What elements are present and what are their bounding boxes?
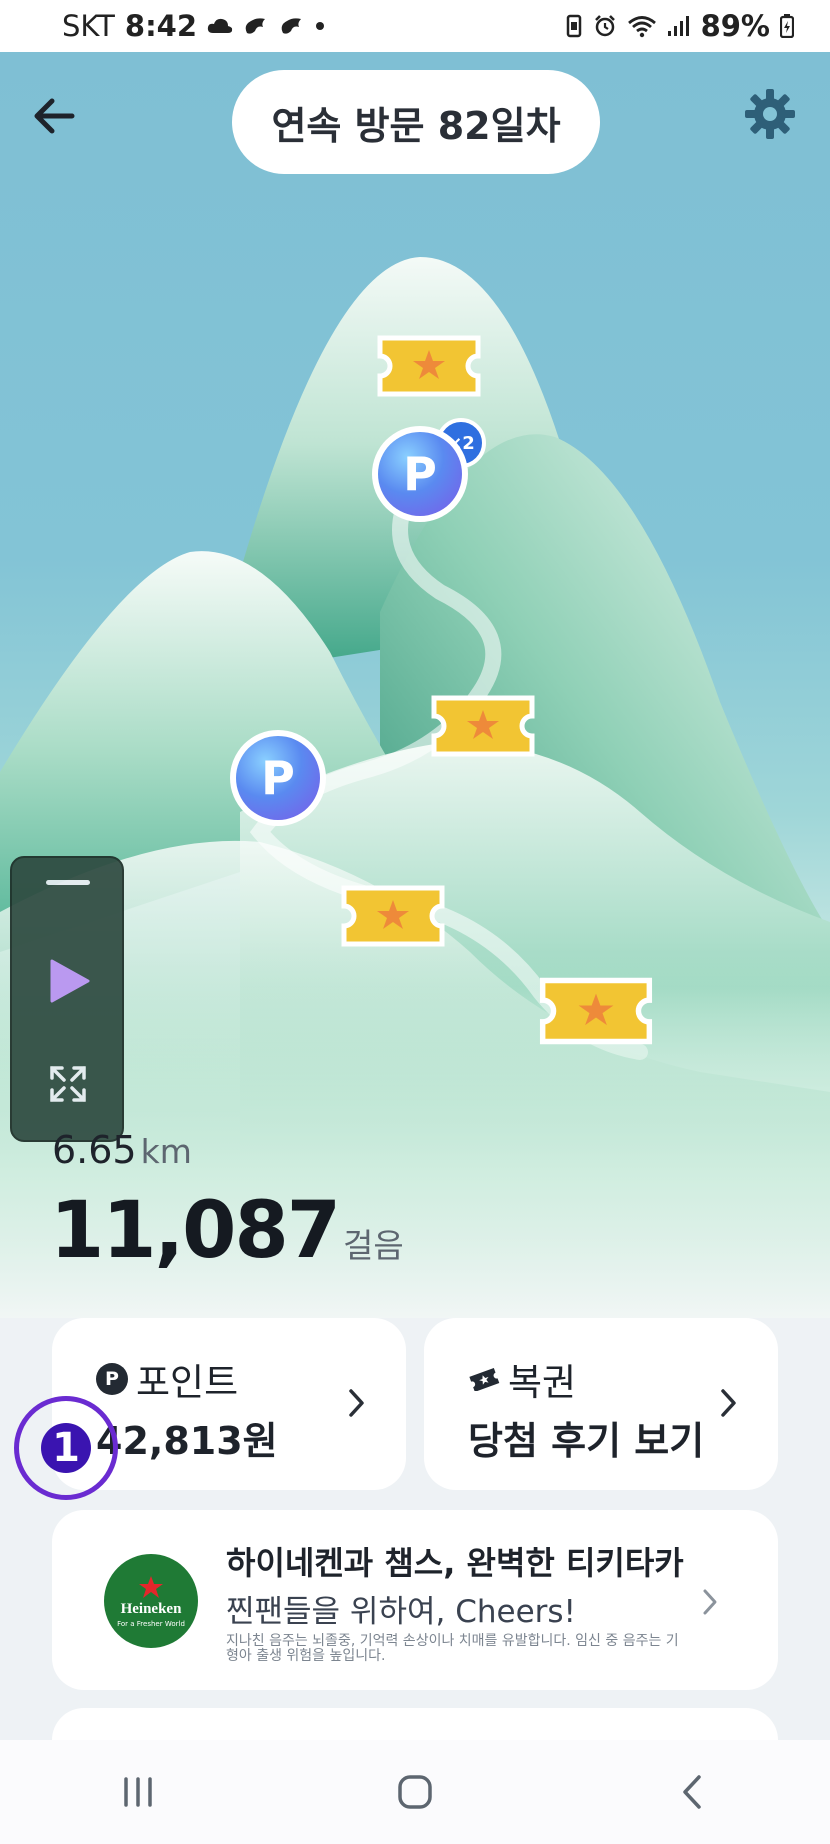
- chevron-right-icon: [349, 1389, 364, 1417]
- heineken-logo-text: Heineken: [120, 1600, 182, 1617]
- step-number: 1: [41, 1423, 91, 1473]
- distance-readout: 6.65 km: [52, 1128, 192, 1172]
- arrow-left-icon[interactable]: [28, 90, 80, 142]
- floating-media-control: [10, 856, 124, 1142]
- point-coin[interactable]: P: [230, 730, 326, 826]
- red-star-icon: [139, 1575, 163, 1598]
- points-title: 포인트: [136, 1361, 239, 1404]
- gear-icon[interactable]: [742, 86, 798, 142]
- chevron-right-icon: [721, 1389, 736, 1417]
- point-coin[interactable]: P: [372, 426, 468, 522]
- ad-subtitle: 찐팬들을 위하여, Cheers!: [226, 1594, 576, 1630]
- back-nav-button[interactable]: [662, 1762, 722, 1822]
- recent-apps-button[interactable]: [108, 1762, 168, 1822]
- status-bar: SKT 8:42 89%: [0, 0, 830, 52]
- distance-unit: km: [140, 1132, 192, 1171]
- point-coin-label: P: [378, 432, 462, 516]
- point-icon: P: [96, 1363, 128, 1395]
- ad-title: 하이네켄과 챔스, 완벽한 티키타카: [226, 1544, 684, 1582]
- minimize-button[interactable]: [46, 880, 90, 885]
- points-value: 42,813원: [96, 1419, 278, 1463]
- recent-apps-icon: [124, 1777, 153, 1807]
- status-right: 89%: [565, 9, 794, 43]
- alarm-icon: [594, 15, 615, 37]
- streak-label: 연속 방문 82일차: [271, 103, 561, 148]
- lottery-value: 당첨 후기 보기: [468, 1419, 705, 1463]
- steps-value: 11,087: [50, 1186, 341, 1276]
- home-icon: [398, 1775, 432, 1809]
- steps-readout: 11,087 걸음: [50, 1186, 404, 1276]
- back-chevron-icon: [682, 1775, 701, 1809]
- ticket-reward-icon[interactable]: [338, 882, 448, 950]
- ad-banner[interactable]: Heineken For a Fresher World 하이네켄과 챔스, 완…: [52, 1510, 778, 1690]
- wifi-icon: [627, 16, 656, 38]
- lottery-card[interactable]: 복권 당첨 후기 보기: [424, 1318, 778, 1490]
- vibrate-icon: [566, 14, 581, 38]
- streak-pill: 연속 방문 82일차: [232, 70, 600, 174]
- lottery-title: 복권: [508, 1361, 577, 1404]
- carrier-label: SKT: [62, 9, 115, 43]
- expand-icon[interactable]: [48, 1064, 88, 1104]
- app-notification-icon: [245, 18, 266, 34]
- battery-charging-icon: [780, 14, 794, 38]
- points-card-header: P 포인트: [96, 1352, 238, 1406]
- play-icon[interactable]: [46, 958, 92, 1004]
- ticket-icon: [469, 1367, 500, 1391]
- battery-percent: 89%: [700, 9, 770, 43]
- heineken-logo: Heineken For a Fresher World: [104, 1554, 198, 1648]
- status-left: SKT 8:42: [62, 9, 325, 43]
- ticket-reward-icon[interactable]: [428, 692, 538, 760]
- steps-unit: 걸음: [343, 1226, 404, 1265]
- point-coin-label: P: [236, 736, 320, 820]
- signal-icon: [667, 16, 689, 36]
- ticket-reward-icon[interactable]: [536, 974, 656, 1048]
- home-button[interactable]: [385, 1762, 445, 1822]
- heineken-logo-tagline: For a Fresher World: [117, 1619, 185, 1628]
- lottery-card-header: 복권: [468, 1352, 576, 1406]
- chevron-right-icon: [703, 1589, 717, 1615]
- more-notifications-icon: [316, 22, 325, 30]
- step-number-marker: 1: [14, 1396, 118, 1500]
- walking-map: 연속 방문 82일차 ×2 P P 6.65 km 11,087 걸음: [0, 52, 830, 1318]
- cloud-icon: [207, 18, 233, 33]
- app-notification-icon: [281, 18, 302, 34]
- clock: 8:42: [124, 9, 198, 43]
- ad-warning: 지나친 음주는 뇌졸중, 기억력 손상이나 치매를 유발합니다. 임신 중 음주…: [226, 1633, 679, 1664]
- system-nav-bar: [0, 1740, 830, 1844]
- distance-value: 6.65: [52, 1128, 137, 1172]
- ticket-reward-icon[interactable]: [374, 332, 484, 400]
